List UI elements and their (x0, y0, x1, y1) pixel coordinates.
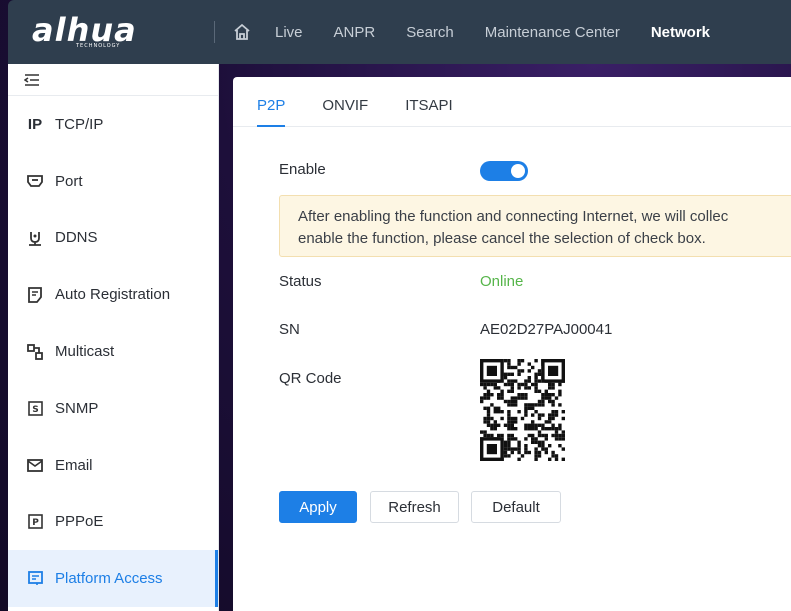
apply-button[interactable]: Apply (279, 491, 357, 523)
sidebar-item-label: Port (55, 172, 83, 190)
sidebar-item-pppoe[interactable]: P PPPoE (8, 494, 218, 551)
sidebar-item-label: SNMP (55, 399, 99, 417)
sn-value: AE02D27PAJ00041 (480, 321, 613, 338)
sidebar-item-label: TCP/IP (55, 115, 104, 133)
ip-icon: IP (27, 115, 43, 133)
status-label: Status (279, 273, 322, 290)
tab-bar: P2P ONVIF ITSAPI (233, 77, 791, 127)
home-icon[interactable] (231, 21, 253, 43)
notice-banner: After enabling the function and connecti… (279, 195, 791, 257)
main-panel: P2P ONVIF ITSAPI Enable After enabling t… (233, 77, 791, 611)
brand-name: alhua (32, 11, 137, 49)
nav-search[interactable]: Search (406, 24, 454, 41)
sidebar-item-label: Platform Access (55, 570, 163, 588)
sidebar: IP TCP/IP Port DDNS Auto Registration Mu… (8, 64, 219, 611)
notice-line-1: After enabling the function and connecti… (298, 208, 729, 225)
sidebar-item-tcpip[interactable]: IP TCP/IP (8, 96, 218, 153)
email-icon (26, 458, 44, 472)
nav-live[interactable]: Live (275, 24, 303, 41)
nav-maintenance-center[interactable]: Maintenance Center (485, 24, 620, 41)
ddns-icon (26, 230, 44, 246)
header-divider (214, 21, 215, 43)
tab-onvif[interactable]: ONVIF (322, 97, 368, 126)
sidebar-item-platform-access[interactable]: Platform Access (8, 550, 218, 608)
svg-text:P: P (32, 518, 39, 528)
notice-line-2: enable the function, please cancel the s… (298, 230, 706, 247)
sn-label: SN (279, 321, 300, 338)
sidebar-item-port[interactable]: Port (8, 153, 218, 210)
refresh-button[interactable]: Refresh (370, 491, 459, 523)
platform-access-icon (26, 571, 44, 586)
multicast-icon (26, 343, 44, 360)
sidebar-item-ddns[interactable]: DDNS (8, 210, 218, 267)
sidebar-item-label: DDNS (55, 229, 98, 247)
sidebar-item-snmp[interactable]: S SNMP (8, 380, 218, 437)
top-header: alhua TECHNOLOGY Live ANPR Search Mainte… (8, 0, 791, 64)
snmp-icon: S (26, 401, 44, 416)
enable-label: Enable (279, 161, 326, 178)
sidebar-item-label: Email (55, 456, 93, 474)
port-icon (26, 174, 44, 188)
auto-registration-icon (26, 286, 44, 303)
svg-text:S: S (32, 405, 38, 415)
sidebar-item-label: Auto Registration (55, 286, 171, 304)
toggle-knob (511, 164, 525, 178)
default-button[interactable]: Default (471, 491, 561, 523)
status-value: Online (480, 273, 524, 290)
nav-anpr[interactable]: ANPR (334, 24, 376, 41)
sidebar-item-email[interactable]: Email (8, 437, 218, 494)
brand-subtitle: TECHNOLOGY (76, 43, 121, 49)
enable-toggle[interactable] (480, 161, 528, 181)
brand-logo[interactable]: alhua TECHNOLOGY (8, 0, 176, 64)
sidebar-item-label: Multicast (55, 343, 115, 361)
nav-network[interactable]: Network (651, 24, 710, 41)
sidebar-item-label: PPPoE (55, 513, 104, 531)
sidebar-item-multicast[interactable]: Multicast (8, 323, 218, 380)
tab-itsapi[interactable]: ITSAPI (405, 97, 453, 126)
menu-collapse-icon[interactable] (8, 64, 218, 96)
qr-code-label: QR Code (279, 370, 342, 387)
sidebar-item-auto-registration[interactable]: Auto Registration (8, 266, 218, 323)
qr-code-image (480, 359, 566, 465)
tab-p2p[interactable]: P2P (257, 97, 286, 127)
pppoe-icon: P (26, 514, 44, 530)
